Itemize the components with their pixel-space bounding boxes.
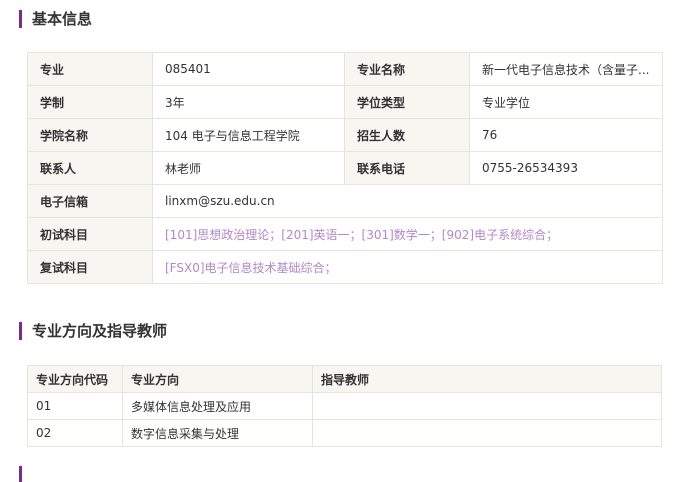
table-row: 学制 3年 学位类型 专业学位 [27, 85, 663, 119]
table-header-row: 专业方向代码 专业方向 指导教师 [27, 365, 662, 393]
table-row: 专业 085401 专业名称 新一代电子信息技术（含量子... [27, 52, 663, 86]
table-row: 初试科目 [101]思想政治理论；[201]英语一；[301]数学一；[902]… [27, 217, 663, 251]
email-label: 电子信箱 [27, 184, 153, 218]
next-section-marker [19, 466, 22, 482]
basic-info-title: 基本信息 [19, 10, 92, 28]
college-label: 学院名称 [27, 118, 153, 152]
major-code-value: 085401 [152, 52, 345, 86]
duration-value: 3年 [152, 85, 345, 119]
contact-label: 联系人 [27, 151, 153, 185]
contact-value: 林老师 [152, 151, 345, 185]
table-row: 联系人 林老师 联系电话 0755-26534393 [27, 151, 663, 185]
major-name-value: 新一代电子信息技术（含量子... [469, 52, 663, 86]
degree-type-label: 学位类型 [344, 85, 470, 119]
major-code-label: 专业 [27, 52, 153, 86]
directions-title: 专业方向及指导教师 [19, 322, 167, 340]
initial-subjects-label: 初试科目 [27, 217, 153, 251]
header-advisor: 指导教师 [312, 365, 662, 393]
initial-subjects-link[interactable]: [101]思想政治理论；[201]英语一；[301]数学一；[902]电子系统综… [152, 217, 663, 251]
phone-label: 联系电话 [344, 151, 470, 185]
phone-value: 0755-26534393 [469, 151, 663, 185]
enrollment-value: 76 [469, 118, 663, 152]
table-row: 02 数字信息采集与处理 [27, 419, 662, 447]
directions-table: 专业方向代码 专业方向 指导教师 01 多媒体信息处理及应用 02 数字信息采集… [27, 365, 662, 447]
direction-name: 多媒体信息处理及应用 [122, 392, 313, 420]
retest-subjects-label: 复试科目 [27, 250, 153, 284]
header-direction: 专业方向 [122, 365, 313, 393]
major-name-label: 专业名称 [344, 52, 470, 86]
direction-code: 02 [27, 419, 123, 447]
duration-label: 学制 [27, 85, 153, 119]
email-value[interactable]: linxm@szu.edu.cn [152, 184, 663, 218]
table-row: 01 多媒体信息处理及应用 [27, 392, 662, 420]
table-row: 学院名称 104 电子与信息工程学院 招生人数 76 [27, 118, 663, 152]
retest-subjects-link[interactable]: [FSX0]电子信息技术基础综合； [152, 250, 663, 284]
table-row: 电子信箱 linxm@szu.edu.cn [27, 184, 663, 218]
advisor [312, 419, 662, 447]
advisor [312, 392, 662, 420]
basic-info-table: 专业 085401 专业名称 新一代电子信息技术（含量子... 学制 3年 学位… [27, 52, 663, 284]
college-value: 104 电子与信息工程学院 [152, 118, 345, 152]
enrollment-label: 招生人数 [344, 118, 470, 152]
direction-code: 01 [27, 392, 123, 420]
direction-name: 数字信息采集与处理 [122, 419, 313, 447]
table-row: 复试科目 [FSX0]电子信息技术基础综合； [27, 250, 663, 284]
degree-type-value: 专业学位 [469, 85, 663, 119]
header-direction-code: 专业方向代码 [27, 365, 123, 393]
